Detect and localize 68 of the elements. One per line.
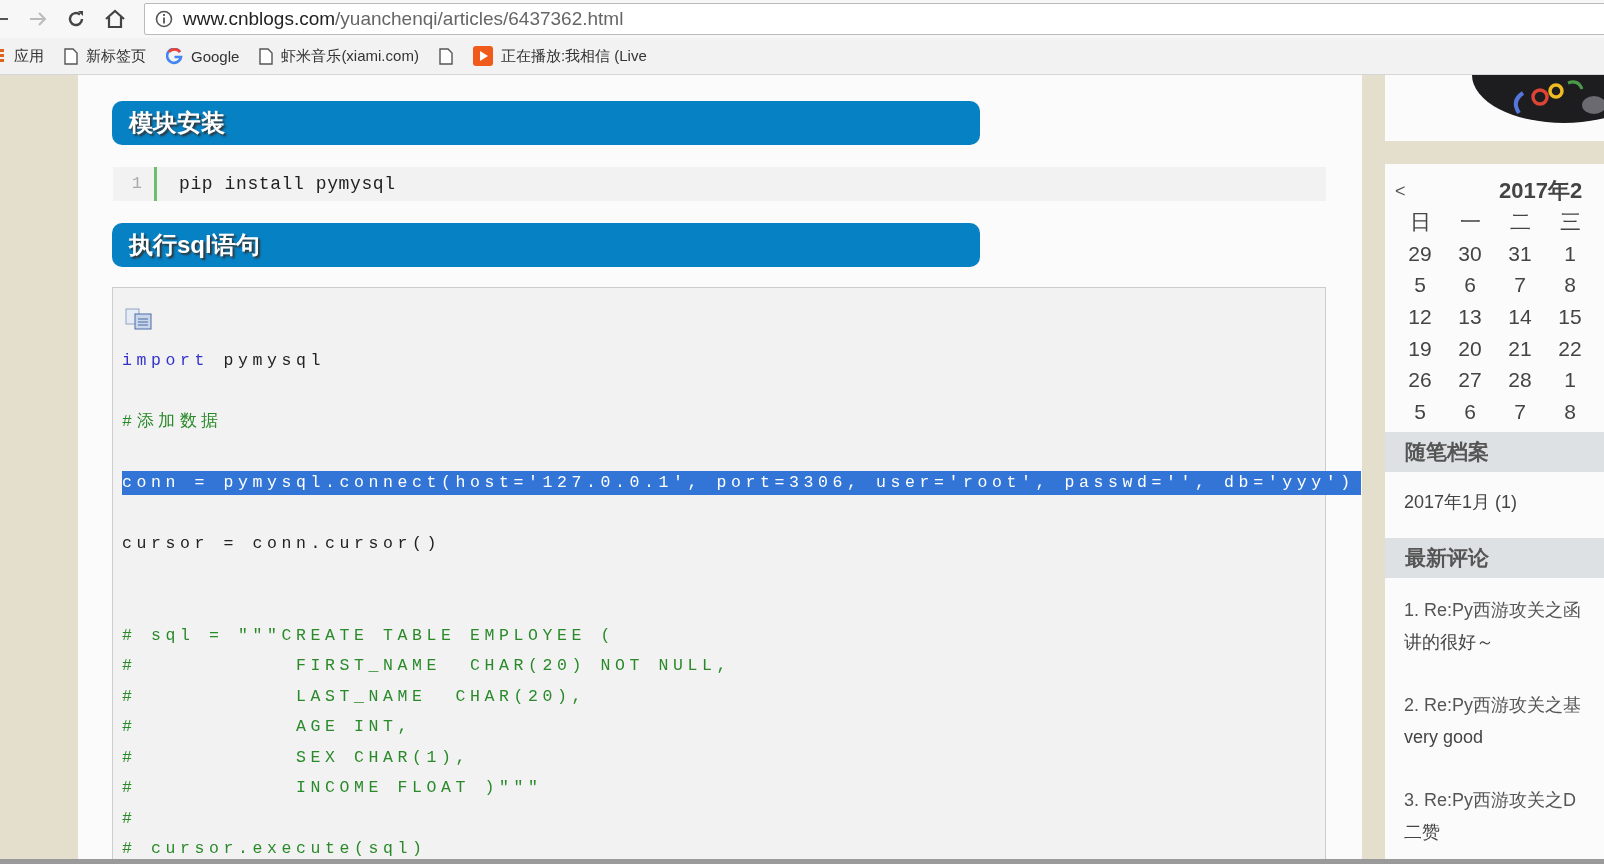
calendar-day[interactable]: 29 — [1395, 241, 1445, 266]
page-icon[interactable] — [259, 47, 274, 65]
calendar-day[interactable]: 22 — [1545, 336, 1595, 361]
calendar-day[interactable]: 21 — [1495, 336, 1545, 361]
calendar-day[interactable]: 31 — [1495, 241, 1545, 266]
calendar-day[interactable]: 6 — [1445, 399, 1495, 424]
calendar-day[interactable]: 13 — [1445, 304, 1495, 329]
code-line: # INCOME FLOAT )""" — [122, 777, 543, 800]
comment-text: very good — [1404, 725, 1485, 749]
code-line: # cursor.execute(sql) — [122, 838, 427, 859]
calendar-day[interactable]: 28 — [1495, 368, 1545, 393]
code-line: # FIRST_NAME CHAR(20) NOT NULL, — [122, 655, 732, 678]
calendar-day[interactable]: 1 — [1545, 368, 1595, 393]
section-heading: 模块安装 — [112, 101, 980, 145]
calendar-day[interactable]: 5 — [1395, 273, 1445, 298]
calendar-title: 2017年2 — [1499, 177, 1583, 205]
code-line: #添加数据 — [122, 411, 223, 434]
page-icon[interactable] — [64, 47, 78, 65]
code-line: # LAST_NAME CHAR(20), — [122, 685, 587, 708]
calendar-day[interactable]: 8 — [1545, 273, 1595, 298]
calendar-day[interactable]: 19 — [1395, 336, 1445, 361]
calendar-day[interactable]: 1 — [1545, 241, 1595, 266]
section-heading: 执行sql语句 — [112, 223, 980, 267]
calendar-day[interactable]: 5 — [1395, 399, 1445, 424]
calendar-day[interactable]: 15 — [1545, 304, 1595, 329]
sidebar-heading: 随笔档案 — [1385, 431, 1604, 472]
weekday-label: 三 — [1558, 208, 1582, 235]
comment-text: 二赞 — [1404, 820, 1441, 844]
bookmark-link[interactable]: 应用 — [14, 46, 44, 66]
calendar-day[interactable]: 30 — [1445, 241, 1495, 266]
bookmark-link[interactable]: Google — [191, 47, 240, 65]
weekday-label: 日 — [1408, 208, 1432, 235]
code-line: # AGE INT, — [122, 716, 413, 739]
bookmark-link[interactable]: 虾米音乐(xiami.com) — [281, 46, 419, 66]
home-icon[interactable] — [104, 9, 126, 29]
code-line: # SEX CHAR(1), — [122, 746, 471, 769]
weekday-label: 一 — [1458, 208, 1482, 235]
code-line: # — [122, 807, 137, 830]
page-icon[interactable] — [438, 47, 453, 65]
comment-link[interactable]: 2. Re:Py西游攻关之基 — [1404, 688, 1604, 721]
comment-link[interactable]: 1. Re:Py西游攻关之函 — [1404, 593, 1604, 626]
calendar-day[interactable]: 27 — [1445, 368, 1495, 393]
bookmark-link[interactable]: 正在播放:我相信 (Live — [500, 46, 647, 66]
previous-month-link[interactable]: < — [1395, 180, 1499, 202]
calendar-day[interactable]: 7 — [1495, 399, 1545, 424]
calendar-day[interactable]: 6 — [1445, 273, 1495, 298]
comment-text: 讲的很好～ — [1404, 630, 1495, 654]
apps-grid-icon[interactable] — [0, 48, 6, 64]
comment-link[interactable]: 3. Re:Py西游攻关之D — [1404, 783, 1604, 816]
play-icon[interactable] — [472, 46, 493, 66]
calendar-day[interactable]: 8 — [1545, 399, 1595, 424]
calendar-day[interactable]: 7 — [1495, 273, 1545, 298]
sidebar-heading: 最新评论 — [1385, 537, 1604, 578]
calendar-day[interactable]: 20 — [1445, 336, 1495, 361]
google-g-icon[interactable] — [166, 47, 183, 65]
address-bar[interactable]: www.cnblogs.com/yuanchenqi/articles/6437362.html — [144, 3, 1604, 35]
calendar-day[interactable]: 26 — [1395, 368, 1445, 393]
bookmark-link[interactable]: 新标签页 — [86, 46, 146, 66]
weekday-label: 二 — [1508, 208, 1532, 235]
code-line: pip install pymysql — [178, 173, 396, 196]
code-line: cursor = conn.cursor() — [122, 533, 442, 556]
code-line: import pymysql — [122, 350, 326, 373]
line-number: 1 — [113, 167, 157, 201]
calendar-day[interactable]: 12 — [1395, 304, 1445, 329]
info-icon[interactable] — [155, 10, 173, 28]
code-line: # sql = """CREATE TABLE EMPLOYEE ( — [122, 624, 616, 647]
calendar-day[interactable]: 14 — [1495, 304, 1545, 329]
reload-icon[interactable] — [66, 9, 86, 29]
